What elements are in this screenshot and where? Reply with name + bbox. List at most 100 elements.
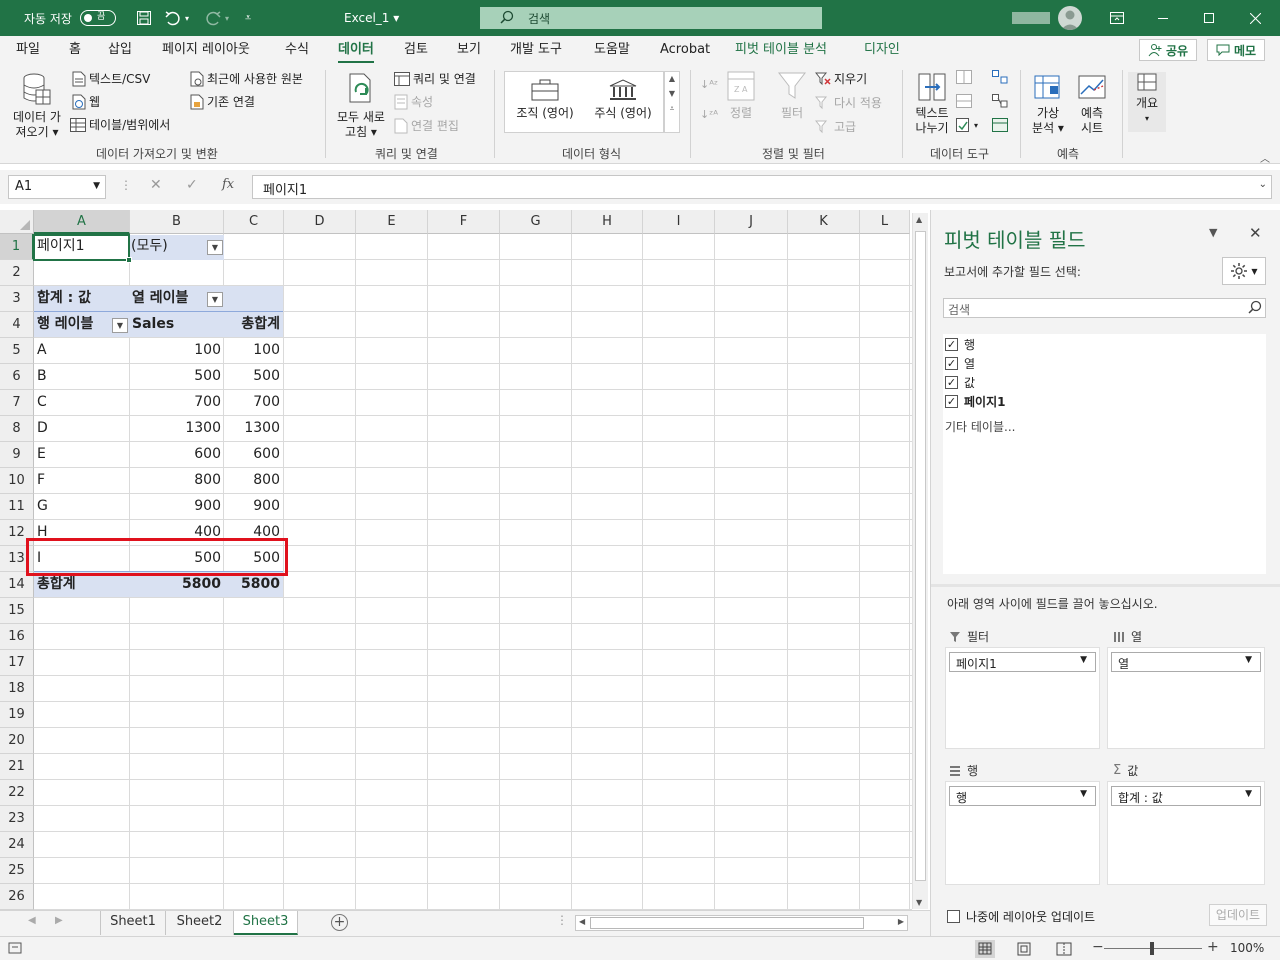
cell-a1[interactable]: 페이지1 bbox=[34, 233, 88, 259]
tab-help[interactable]: 도움말 bbox=[594, 36, 630, 64]
data-model-icon[interactable] bbox=[992, 118, 1008, 132]
pivot-row-sales[interactable]: 700 bbox=[130, 389, 224, 415]
text-csv-button[interactable]: 텍스트/CSV bbox=[72, 70, 150, 87]
get-data-button[interactable]: 데이터 가 져오기 ▾ bbox=[8, 72, 66, 140]
tab-page-layout[interactable]: 페이지 레이아웃 bbox=[162, 36, 250, 64]
pivot-row-sales[interactable]: 500 bbox=[130, 363, 224, 389]
row-header-3[interactable]: 3 bbox=[0, 286, 34, 312]
customize-qat-icon[interactable]: ⩡ bbox=[245, 0, 251, 36]
outline-button[interactable]: 개요 ▾ bbox=[1128, 72, 1166, 132]
filters-field-chip[interactable]: 페이지1 ▼ bbox=[949, 652, 1096, 672]
sheet-tab-3[interactable]: Sheet3 bbox=[234, 911, 298, 935]
tab-acrobat[interactable]: Acrobat bbox=[660, 36, 710, 64]
cell-b3[interactable]: 열 레이블 bbox=[129, 285, 191, 311]
column-header-a[interactable]: A bbox=[34, 210, 130, 234]
column-header-i[interactable]: I bbox=[643, 210, 715, 234]
sort-desc-button[interactable]: ↓ᶻᴬ bbox=[700, 108, 718, 121]
reapply-button[interactable]: 다시 적용 bbox=[815, 94, 882, 111]
zoom-slider-thumb[interactable] bbox=[1150, 942, 1154, 955]
pivot-row-label[interactable]: F bbox=[34, 467, 48, 493]
pivot-row-total[interactable]: 1300 bbox=[224, 415, 283, 441]
close-icon[interactable] bbox=[1232, 0, 1278, 36]
row-header-2[interactable]: 2 bbox=[0, 260, 34, 286]
cell-a3[interactable]: 합계 : 값 bbox=[34, 285, 94, 311]
pane-options-dropdown-icon[interactable]: ▼ bbox=[1209, 226, 1217, 239]
cell-c4[interactable]: 총합계 bbox=[224, 311, 283, 337]
row-header-10[interactable]: 10 bbox=[0, 468, 34, 494]
pivot-row-label[interactable]: D bbox=[34, 415, 51, 441]
expand-formula-icon[interactable]: ⌄ bbox=[1259, 179, 1267, 190]
add-sheet-icon[interactable]: + bbox=[331, 914, 348, 931]
pane-splitter[interactable] bbox=[931, 584, 1280, 587]
page-layout-view-icon[interactable] bbox=[1014, 940, 1034, 961]
remove-duplicates-icon[interactable] bbox=[956, 94, 972, 108]
columns-field-chip[interactable]: 열 ▼ bbox=[1111, 652, 1261, 672]
pivot-row-sales[interactable]: 100 bbox=[130, 337, 224, 363]
select-all-corner[interactable] bbox=[0, 210, 34, 234]
row-labels-dropdown[interactable]: ▼ bbox=[112, 318, 128, 333]
properties-button[interactable]: 속성 bbox=[394, 93, 433, 110]
row-header-4[interactable]: 4 bbox=[0, 312, 34, 338]
sheet-tab-2[interactable]: Sheet2 bbox=[166, 911, 234, 935]
rows-area[interactable]: 행 ▼ bbox=[945, 781, 1100, 885]
filter-button[interactable]: 필터 bbox=[773, 70, 811, 121]
data-validation-icon[interactable]: ▾ bbox=[956, 118, 978, 132]
tab-split-grip-icon[interactable]: ⋮ bbox=[556, 913, 568, 927]
cell-a4[interactable]: 행 레이블 bbox=[34, 311, 96, 337]
refresh-all-button[interactable]: 모두 새로 고침 ▾ bbox=[332, 72, 390, 140]
autosave-switch[interactable]: 끔 bbox=[79, 10, 116, 26]
row-header-21[interactable]: 21 bbox=[0, 754, 34, 780]
normal-view-icon[interactable] bbox=[975, 940, 995, 958]
field-search-input[interactable]: 검색 bbox=[943, 298, 1266, 318]
save-icon[interactable] bbox=[136, 0, 152, 36]
text-to-columns-button[interactable]: 텍스트 나누기 bbox=[908, 72, 956, 136]
comments-button[interactable]: 메모 bbox=[1207, 39, 1266, 61]
pivot-row-sales[interactable]: 800 bbox=[130, 467, 224, 493]
pivot-row-total[interactable]: 700 bbox=[224, 389, 283, 415]
web-button[interactable]: 웹 bbox=[72, 93, 100, 110]
column-header-h[interactable]: H bbox=[572, 210, 643, 234]
tab-review[interactable]: 검토 bbox=[404, 36, 428, 64]
row-header-7[interactable]: 7 bbox=[0, 390, 34, 416]
values-area[interactable]: 합계 : 값 ▼ bbox=[1107, 781, 1265, 885]
zoom-level[interactable]: 100% bbox=[1230, 941, 1264, 955]
cancel-icon[interactable]: ✕ bbox=[150, 177, 162, 193]
redo-icon[interactable]: ▾ bbox=[204, 0, 229, 36]
scroll-thumb[interactable] bbox=[915, 231, 926, 881]
pivot-row-total[interactable]: 900 bbox=[224, 493, 283, 519]
sort-button[interactable]: Z A 정렬 bbox=[722, 70, 760, 121]
row-header-1[interactable]: 1 bbox=[0, 234, 34, 260]
checkbox-checked-icon[interactable]: ✓ bbox=[945, 376, 958, 389]
column-header-d[interactable]: D bbox=[284, 210, 356, 234]
pivot-row-sales[interactable]: 600 bbox=[130, 441, 224, 467]
edit-links-button[interactable]: 연결 편집 bbox=[394, 117, 459, 134]
row-header-9[interactable]: 9 bbox=[0, 442, 34, 468]
enter-icon[interactable]: ✓ bbox=[186, 177, 198, 193]
cell-b4[interactable]: Sales bbox=[129, 311, 177, 337]
row-header-8[interactable]: 8 bbox=[0, 416, 34, 442]
formula-input[interactable]: 페이지1 ⌄ bbox=[252, 175, 1272, 199]
filename[interactable]: Excel_1 ▾ bbox=[344, 0, 399, 36]
pivot-row-label[interactable]: C bbox=[34, 389, 50, 415]
search-box[interactable]: 검색 bbox=[480, 7, 822, 29]
tab-insert[interactable]: 삽입 bbox=[108, 36, 132, 64]
more-tables-link[interactable]: 기타 테이블... bbox=[945, 418, 1015, 435]
tab-file[interactable]: 파일 bbox=[16, 36, 40, 64]
undo-icon[interactable]: ▾ bbox=[164, 0, 189, 36]
flash-fill-icon[interactable] bbox=[956, 70, 972, 84]
ribbon-display-icon[interactable] bbox=[1094, 0, 1140, 36]
row-header-15[interactable]: 15 bbox=[0, 598, 34, 624]
column-header-j[interactable]: J bbox=[715, 210, 788, 234]
cell-b1[interactable]: (모두) bbox=[128, 233, 171, 259]
update-button[interactable]: 업데이트 bbox=[1209, 904, 1267, 926]
row-header-24[interactable]: 24 bbox=[0, 832, 34, 858]
field-item-column[interactable]: ✓ 열 bbox=[945, 355, 975, 372]
pivot-row-total[interactable]: 100 bbox=[224, 337, 283, 363]
pivot-row-sales[interactable]: 900 bbox=[130, 493, 224, 519]
column-header-e[interactable]: E bbox=[356, 210, 428, 234]
checkbox-checked-icon[interactable]: ✓ bbox=[945, 357, 958, 370]
field-item-page1[interactable]: ✓ 페이지1 bbox=[945, 393, 1005, 410]
filters-area[interactable]: 페이지1 ▼ bbox=[945, 647, 1100, 749]
page-filter-dropdown[interactable]: ▼ bbox=[207, 240, 223, 255]
pivot-row-total[interactable]: 800 bbox=[224, 467, 283, 493]
